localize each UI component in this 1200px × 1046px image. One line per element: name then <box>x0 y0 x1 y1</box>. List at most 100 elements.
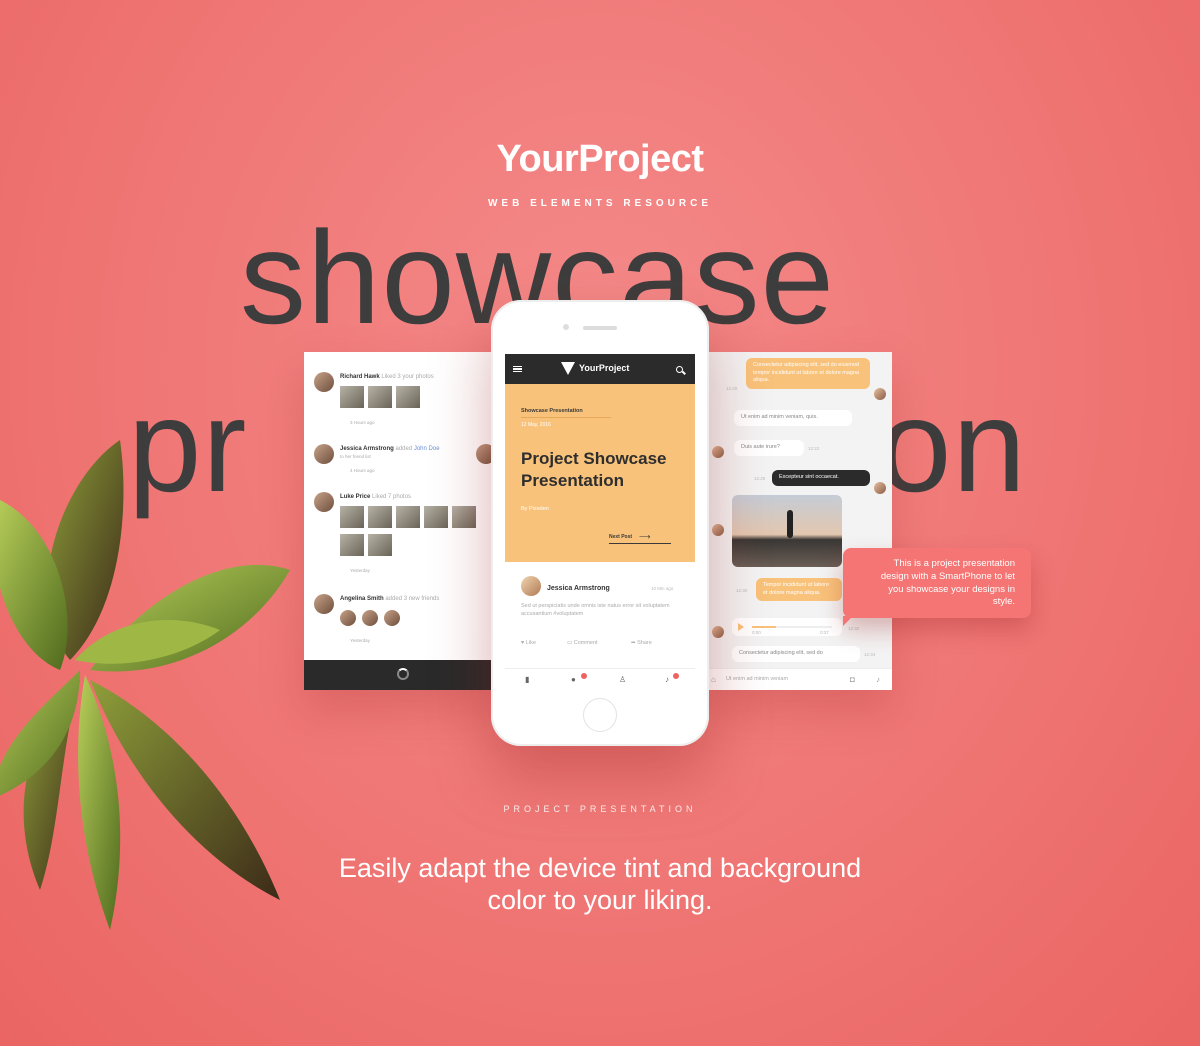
tooltip-text: This is a project presentation design wi… <box>880 558 1015 608</box>
chat-message: Tempor incididunt ut labore et dolore ma… <box>756 578 842 602</box>
attachment-icon[interactable]: ⌂ <box>711 675 716 684</box>
tab-chat-icon[interactable]: ● <box>571 675 576 684</box>
avatar <box>314 492 334 512</box>
logo-icon <box>561 362 575 375</box>
tab-profile-icon[interactable]: ♙ <box>619 675 626 684</box>
comment-button[interactable]: ▭ Comment <box>567 640 598 646</box>
post-date: 12 May, 2016 <box>521 422 551 428</box>
photo-thumbnail[interactable] <box>340 534 364 556</box>
message-time: 12:32 <box>848 626 860 631</box>
post-title: Project Showcase Presentation <box>521 449 667 491</box>
brand-logo: YourProject <box>496 138 704 180</box>
chat-card: Consectetur adipiscing elit, sed do eius… <box>704 352 892 690</box>
like-button[interactable]: ♥ Like <box>521 640 536 646</box>
hamburger-menu-icon[interactable] <box>513 366 522 372</box>
avatar <box>712 524 724 536</box>
tagline: Easily adapt the device tint and backgro… <box>0 852 1200 917</box>
home-button[interactable] <box>583 698 617 732</box>
arrow-right-icon[interactable]: ⟶ <box>639 532 650 541</box>
chat-message: Consectetur adipiscing elit, sed do eius… <box>746 358 870 390</box>
avatar <box>314 372 334 392</box>
headline-word-2-right: on <box>878 372 1027 519</box>
feed-user-name: Luke Price <box>340 494 371 500</box>
audio-time-start: 0:00 <box>752 630 761 635</box>
post-body: Sed ut perspiciatis unde omnis iste natu… <box>521 603 670 618</box>
avatar[interactable] <box>340 610 356 626</box>
photo-thumbnail[interactable] <box>340 386 364 408</box>
section-label: PROJECT PRESENTATION <box>503 804 697 814</box>
chat-message: Excepteur sint occaecat. <box>772 470 870 486</box>
message-time: 12:30 <box>736 588 748 593</box>
feed-user-name: Angelina Smith <box>340 596 384 602</box>
avatar <box>712 626 724 638</box>
photo-thumbnail[interactable] <box>424 506 448 528</box>
audio-time-end: 0:37 <box>820 630 829 635</box>
chat-photo-message[interactable] <box>732 495 842 567</box>
photo-thumbnail[interactable] <box>396 386 420 408</box>
microphone-icon[interactable]: ♪ <box>876 675 880 684</box>
photo-thumbnail[interactable] <box>340 506 364 528</box>
message-time: 12:34 <box>864 652 876 657</box>
feed-time: Yesterday <box>350 638 370 643</box>
mic-badge <box>673 673 679 679</box>
like-label: Like <box>525 640 536 646</box>
post-time: 10 Min ago <box>651 586 674 591</box>
feed-action: Liked 3 your photos <box>381 374 434 380</box>
avatar <box>874 388 886 400</box>
next-post-link[interactable]: Next Post <box>609 534 632 540</box>
feed-user-name: Jessica Armstrong <box>340 446 394 452</box>
divider <box>521 417 611 418</box>
photo-thumbnail[interactable] <box>396 506 420 528</box>
audio-message[interactable]: 0:00 0:37 <box>732 618 842 636</box>
chat-message: Ut enim ad minim veniam, quis. <box>734 410 852 426</box>
photo-thumbnail[interactable] <box>368 506 392 528</box>
chat-input-bar: ⌂ Ut enim ad minim veniam ◘ ♪ <box>704 668 892 690</box>
app-header: YourProject <box>505 354 695 384</box>
share-button[interactable]: ➦ Share <box>631 640 652 646</box>
front-camera <box>563 324 569 330</box>
chat-message-input[interactable]: Ut enim ad minim veniam <box>726 676 788 682</box>
feed-user-name: Richard Hawk <box>340 374 380 380</box>
feed-action: added <box>395 446 413 452</box>
chat-message: Duis aute irure? <box>734 440 804 456</box>
avatar <box>314 444 334 464</box>
activity-feed-card: Richard Hawk Liked 3 your photos 3 Hours… <box>304 352 504 690</box>
speaker-grille <box>583 326 617 330</box>
photo-thumbnail[interactable] <box>452 506 476 528</box>
chat-badge <box>581 673 587 679</box>
avatar[interactable] <box>362 610 378 626</box>
avatar[interactable] <box>521 576 541 596</box>
comment-label: Comment <box>573 640 598 646</box>
feed-time: 4 Hours ago <box>350 468 375 473</box>
avatar <box>314 594 334 614</box>
loading-spinner-icon <box>397 668 409 680</box>
post-author-name[interactable]: Jessica Armstrong <box>547 585 610 592</box>
post-category: Showcase Presentation <box>521 408 583 414</box>
bottom-tab-bar: ▮ ● ♙ ♪ <box>505 668 695 690</box>
search-icon[interactable] <box>676 366 683 373</box>
divider <box>609 543 671 544</box>
avatar <box>712 446 724 458</box>
featured-post-hero[interactable]: Showcase Presentation 12 May, 2016 Proje… <box>505 384 695 562</box>
photo-thumbnail[interactable] <box>368 386 392 408</box>
photo-thumbnail[interactable] <box>368 534 392 556</box>
share-label: Share <box>637 640 652 646</box>
chat-message: Consectetur adipiscing elit, sed do <box>732 646 860 662</box>
feed-action: added 3 new friends <box>385 596 440 602</box>
tab-mic-icon[interactable]: ♪ <box>665 675 669 684</box>
smartphone-mockup: YourProject Showcase Presentation 12 May… <box>491 300 709 746</box>
avatar <box>874 482 886 494</box>
phone-screen: YourProject Showcase Presentation 12 May… <box>505 354 695 690</box>
message-time: 12:22 <box>808 446 820 451</box>
feed-target-link[interactable]: John Doe <box>414 446 440 452</box>
post-author: By Pixeden <box>521 506 549 512</box>
feed-time: 3 Hours ago <box>350 420 375 425</box>
play-icon[interactable] <box>738 623 744 631</box>
camera-icon[interactable]: ◘ <box>850 675 855 684</box>
feed-action: Liked 7 photos <box>372 494 412 500</box>
tab-articles-icon[interactable]: ▮ <box>525 675 529 684</box>
avatar[interactable] <box>384 610 400 626</box>
feed-subtext: to her friend list <box>340 454 371 459</box>
post-actions: ♥ Like ▭ Comment ➦ Share <box>505 636 695 652</box>
audio-progress-bar[interactable] <box>752 626 832 628</box>
